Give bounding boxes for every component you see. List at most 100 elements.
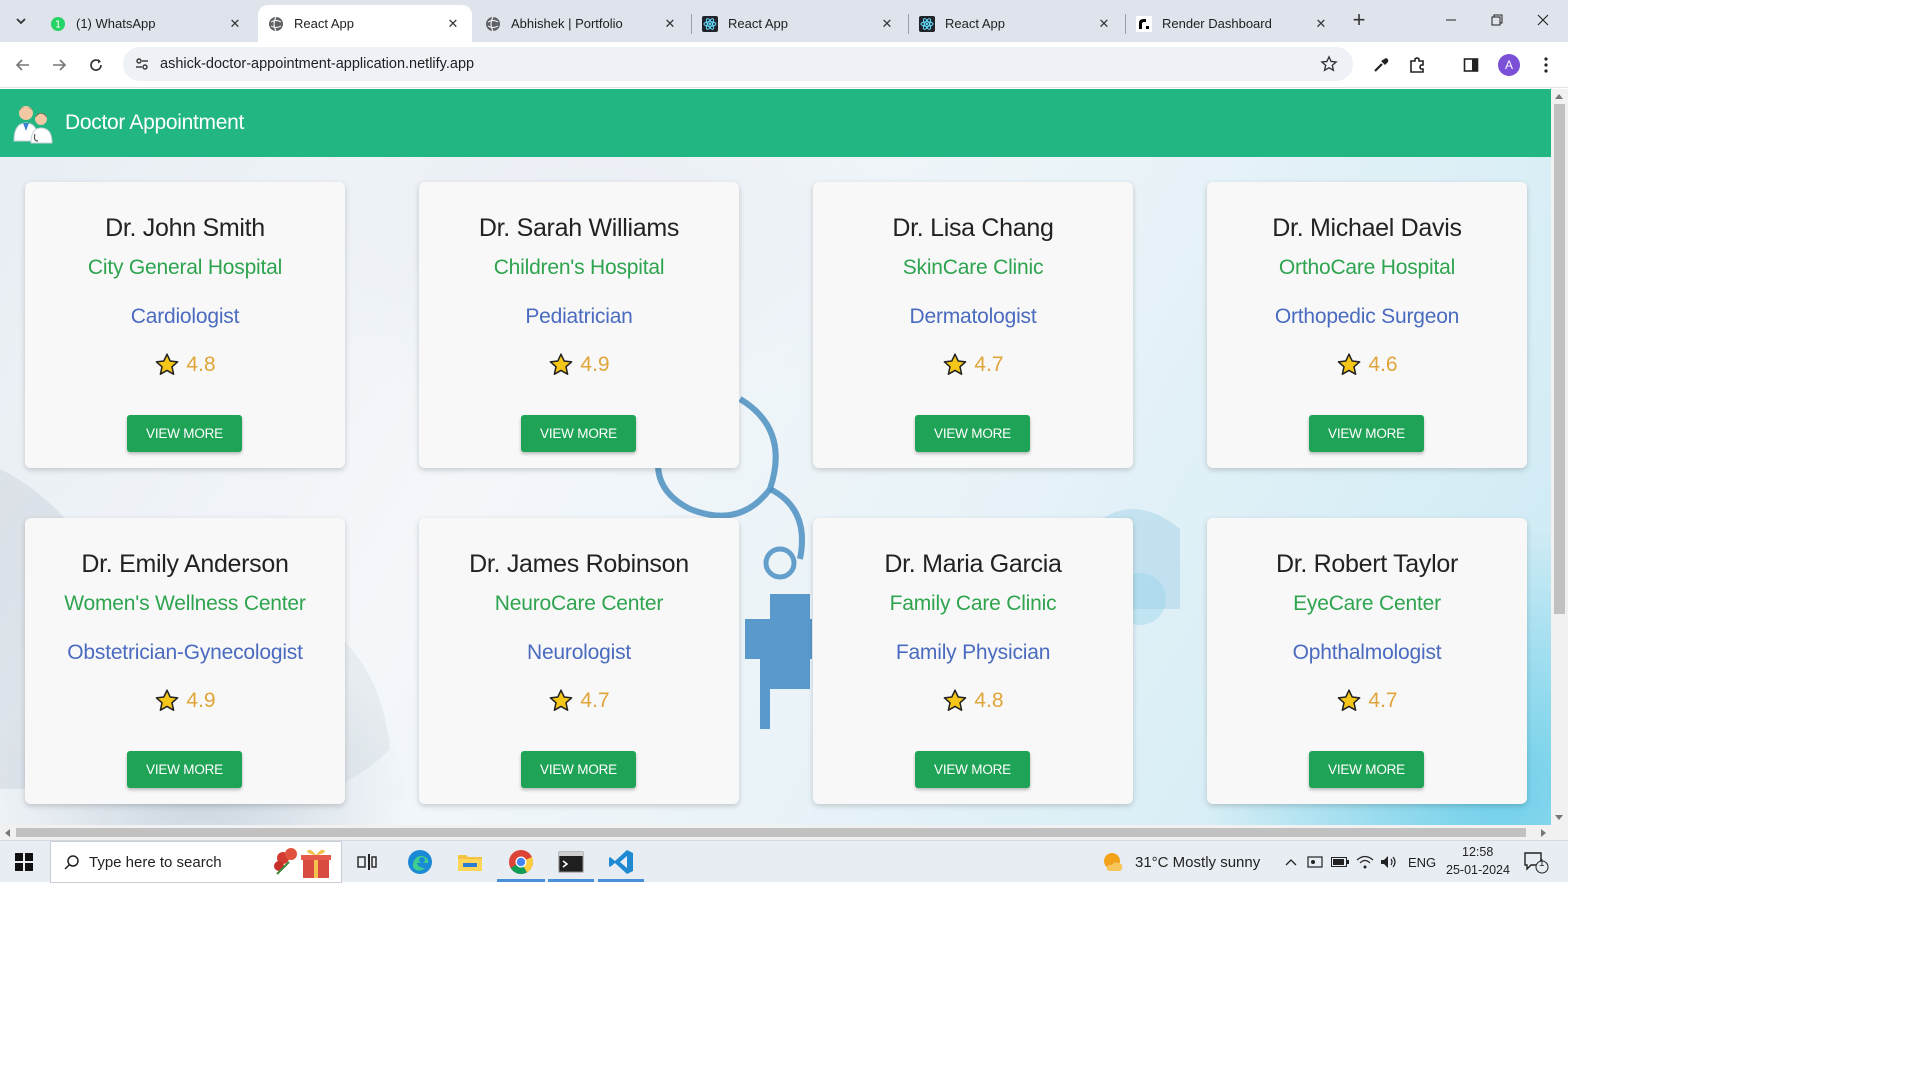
view-more-button[interactable]: VIEW MORE bbox=[521, 415, 636, 452]
wifi-icon[interactable] bbox=[1355, 841, 1375, 883]
close-icon[interactable]: ✕ bbox=[444, 15, 462, 33]
profile-avatar[interactable]: A bbox=[1498, 54, 1520, 76]
view-more-button[interactable]: VIEW MORE bbox=[127, 751, 242, 788]
tab-title: (1) WhatsApp bbox=[76, 16, 156, 31]
windows-taskbar: Type here to search 31°C Mostly sunny EN… bbox=[0, 840, 1568, 883]
doctor-specialty: Dermatologist bbox=[909, 305, 1037, 328]
doctor-rating: 4.7 bbox=[1207, 688, 1527, 714]
vscode-icon bbox=[609, 850, 633, 874]
volume-icon[interactable] bbox=[1379, 841, 1399, 883]
arrow-right-icon bbox=[53, 59, 67, 71]
extensions-puzzle-icon[interactable] bbox=[1404, 52, 1430, 78]
bookmark-star-icon[interactable] bbox=[1319, 54, 1339, 74]
show-hidden-icons-button[interactable] bbox=[1281, 841, 1301, 883]
scroll-down-icon[interactable] bbox=[1555, 815, 1563, 820]
taskbar-chrome[interactable] bbox=[500, 841, 542, 883]
view-more-button[interactable]: VIEW MORE bbox=[915, 751, 1030, 788]
close-icon[interactable]: ✕ bbox=[226, 15, 244, 33]
taskbar-vscode[interactable] bbox=[600, 841, 642, 883]
start-button[interactable] bbox=[0, 841, 48, 883]
reload-icon bbox=[90, 59, 102, 71]
chevron-up-icon bbox=[1285, 859, 1297, 866]
scrollbar-thumb[interactable] bbox=[16, 828, 1526, 837]
close-icon[interactable]: ✕ bbox=[1312, 15, 1330, 33]
scroll-left-icon[interactable] bbox=[5, 829, 10, 837]
render-icon bbox=[1136, 15, 1152, 32]
weather-text[interactable]: 31°C Mostly sunny bbox=[1135, 854, 1260, 871]
doctor-hospital: City General Hospital bbox=[87, 256, 283, 279]
doctor-rating: 4.9 bbox=[419, 352, 739, 378]
restore-button[interactable] bbox=[1474, 0, 1520, 40]
reload-button[interactable] bbox=[82, 51, 110, 79]
search-icon bbox=[64, 855, 79, 870]
doctor-hospital: OrthoCare Hospital bbox=[1278, 256, 1456, 279]
doctor-hospital: Women's Wellness Center bbox=[64, 592, 306, 615]
rating-value: 4.6 bbox=[1368, 353, 1398, 376]
clock-date[interactable]: 25-01-2024 bbox=[1446, 863, 1510, 877]
meet-now-icon[interactable] bbox=[1305, 841, 1325, 883]
address-bar[interactable]: ashick-doctor-appointment-application.ne… bbox=[123, 47, 1353, 81]
taskbar-search-box[interactable]: Type here to search bbox=[50, 841, 342, 883]
chevron-down-icon bbox=[16, 18, 26, 25]
notification-count: 1 bbox=[1539, 858, 1545, 869]
url-text[interactable]: ashick-doctor-appointment-application.ne… bbox=[160, 56, 474, 72]
notification-icon bbox=[1524, 852, 1549, 874]
doctor-card: Dr. Robert Taylor EyeCare Center Ophthalmo… bbox=[1207, 518, 1527, 804]
vertical-scrollbar[interactable] bbox=[1551, 89, 1568, 825]
side-panel-icon[interactable] bbox=[1458, 52, 1484, 78]
doctor-name: Dr. Lisa Chang bbox=[892, 214, 1054, 242]
doctor-specialty: Obstetrician-Gynecologist bbox=[67, 641, 303, 664]
close-icon[interactable]: ✕ bbox=[661, 15, 679, 33]
kebab-menu-icon[interactable] bbox=[1533, 52, 1559, 78]
scroll-up-icon[interactable] bbox=[1555, 94, 1563, 99]
taskbar-edge[interactable] bbox=[400, 841, 440, 883]
view-more-button[interactable]: VIEW MORE bbox=[915, 415, 1030, 452]
language-indicator[interactable]: ENG bbox=[1408, 855, 1436, 870]
view-more-button[interactable]: VIEW MORE bbox=[1309, 751, 1424, 788]
close-icon[interactable]: ✕ bbox=[1095, 15, 1113, 33]
react-icon bbox=[919, 15, 935, 32]
notification-center-button[interactable]: 1 bbox=[1520, 841, 1552, 883]
tab-react-app-2[interactable]: React App ✕ bbox=[692, 5, 906, 42]
weather-widget-icon[interactable] bbox=[1102, 841, 1126, 883]
site-settings-icon[interactable] bbox=[133, 55, 151, 73]
tab-react-app-active[interactable]: React App ✕ bbox=[258, 5, 472, 42]
forward-button[interactable] bbox=[45, 51, 73, 79]
tab-render-dashboard[interactable]: Render Dashboard ✕ bbox=[1126, 5, 1340, 42]
view-more-button[interactable]: VIEW MORE bbox=[127, 415, 242, 452]
taskbar-terminal[interactable] bbox=[550, 841, 592, 883]
tab-search-button[interactable] bbox=[8, 8, 34, 34]
view-more-button[interactable]: VIEW MORE bbox=[1309, 415, 1424, 452]
view-more-button[interactable]: VIEW MORE bbox=[521, 751, 636, 788]
eyedropper-extension-icon[interactable] bbox=[1368, 52, 1394, 78]
doctor-specialty: Family Physician bbox=[895, 641, 1051, 664]
doctor-hospital: NeuroCare Center bbox=[494, 592, 664, 615]
new-tab-button[interactable]: + bbox=[1347, 7, 1371, 32]
doctor-specialty: Ophthalmologist bbox=[1292, 641, 1442, 664]
doctor-specialty: Pediatrician bbox=[525, 305, 633, 328]
battery-icon[interactable] bbox=[1330, 841, 1350, 883]
taskbar-file-explorer[interactable] bbox=[450, 841, 490, 883]
react-icon bbox=[702, 15, 718, 32]
minimize-button[interactable] bbox=[1428, 0, 1474, 40]
star-icon bbox=[944, 689, 967, 711]
tab-portfolio[interactable]: Abhishek | Portfolio ✕ bbox=[475, 5, 689, 42]
back-button[interactable] bbox=[9, 51, 37, 79]
globe-icon bbox=[485, 16, 501, 32]
clock-time[interactable]: 12:58 bbox=[1462, 845, 1493, 859]
tab-title: React App bbox=[945, 16, 1005, 31]
tab-whatsapp[interactable]: 1 (1) WhatsApp ✕ bbox=[40, 5, 254, 42]
tab-react-app-3[interactable]: React App ✕ bbox=[909, 5, 1123, 42]
scroll-right-icon[interactable] bbox=[1541, 829, 1546, 837]
whatsapp-icon: 1 bbox=[50, 16, 66, 32]
search-placeholder: Type here to search bbox=[89, 853, 222, 871]
rating-value: 4.8 bbox=[186, 353, 216, 376]
close-window-button[interactable] bbox=[1520, 0, 1566, 40]
doctor-rating: 4.7 bbox=[419, 688, 739, 714]
doctor-hospital: Family Care Clinic bbox=[889, 592, 1057, 615]
close-icon[interactable]: ✕ bbox=[878, 15, 896, 33]
scrollbar-thumb[interactable] bbox=[1554, 104, 1565, 614]
task-view-button[interactable] bbox=[350, 841, 384, 883]
star-icon bbox=[944, 353, 967, 375]
horizontal-scrollbar[interactable] bbox=[0, 825, 1551, 840]
